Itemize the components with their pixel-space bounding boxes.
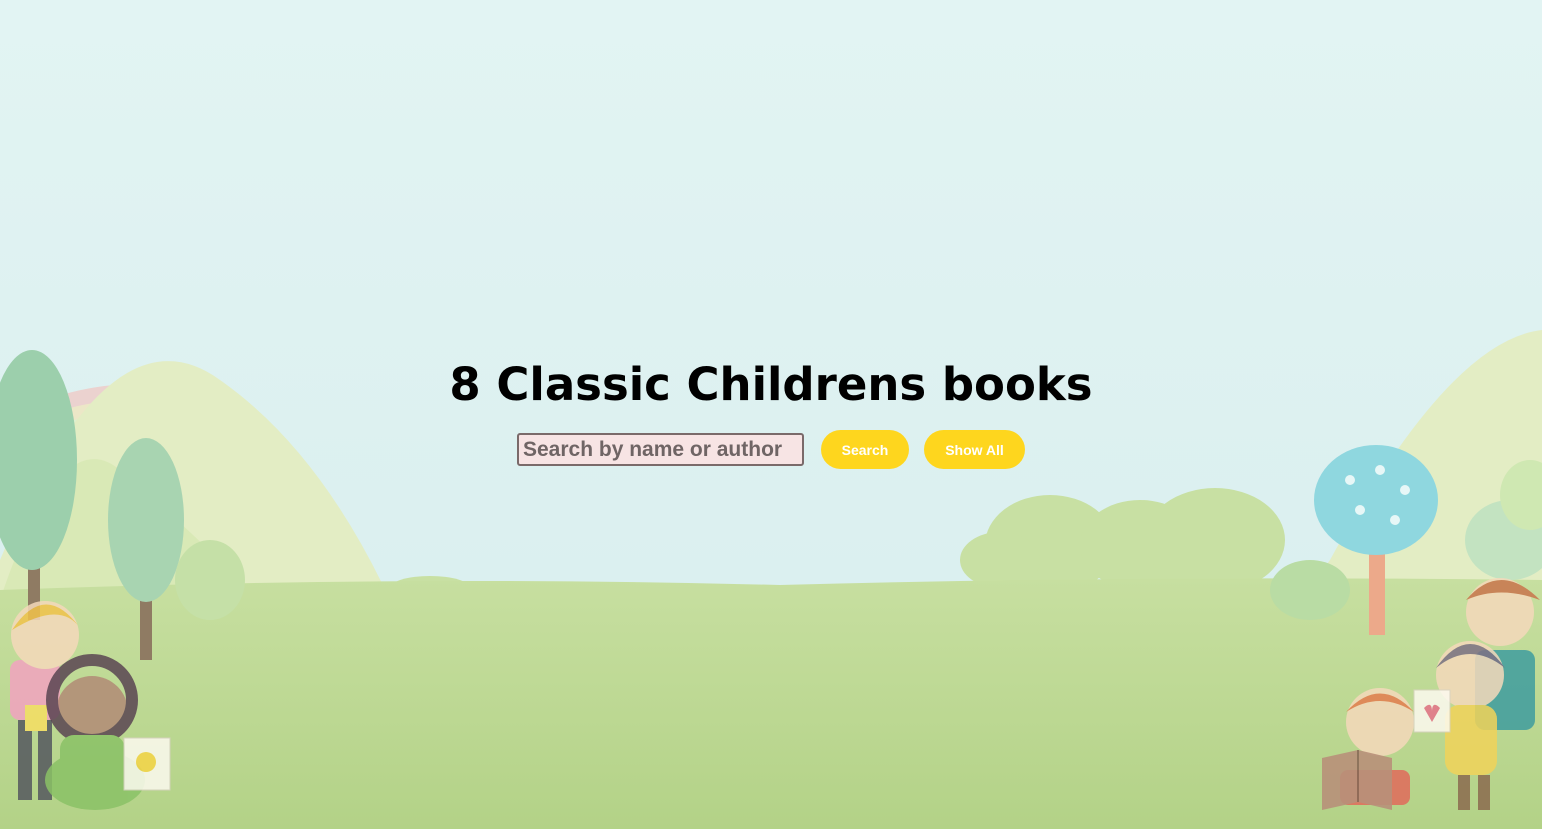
show-all-button[interactable]: Show All [924,430,1025,469]
page-title: 8 Classic Childrens books [449,358,1093,411]
drawing-icon [123,737,171,791]
search-input[interactable] [517,433,804,466]
search-bar: Search Show All [0,430,1542,469]
book-icon [1322,750,1392,810]
hero-section: 8 Classic Childrens books Search Show Al… [0,352,1542,469]
drawing-icon [1413,689,1451,733]
search-button[interactable]: Search [821,430,909,469]
